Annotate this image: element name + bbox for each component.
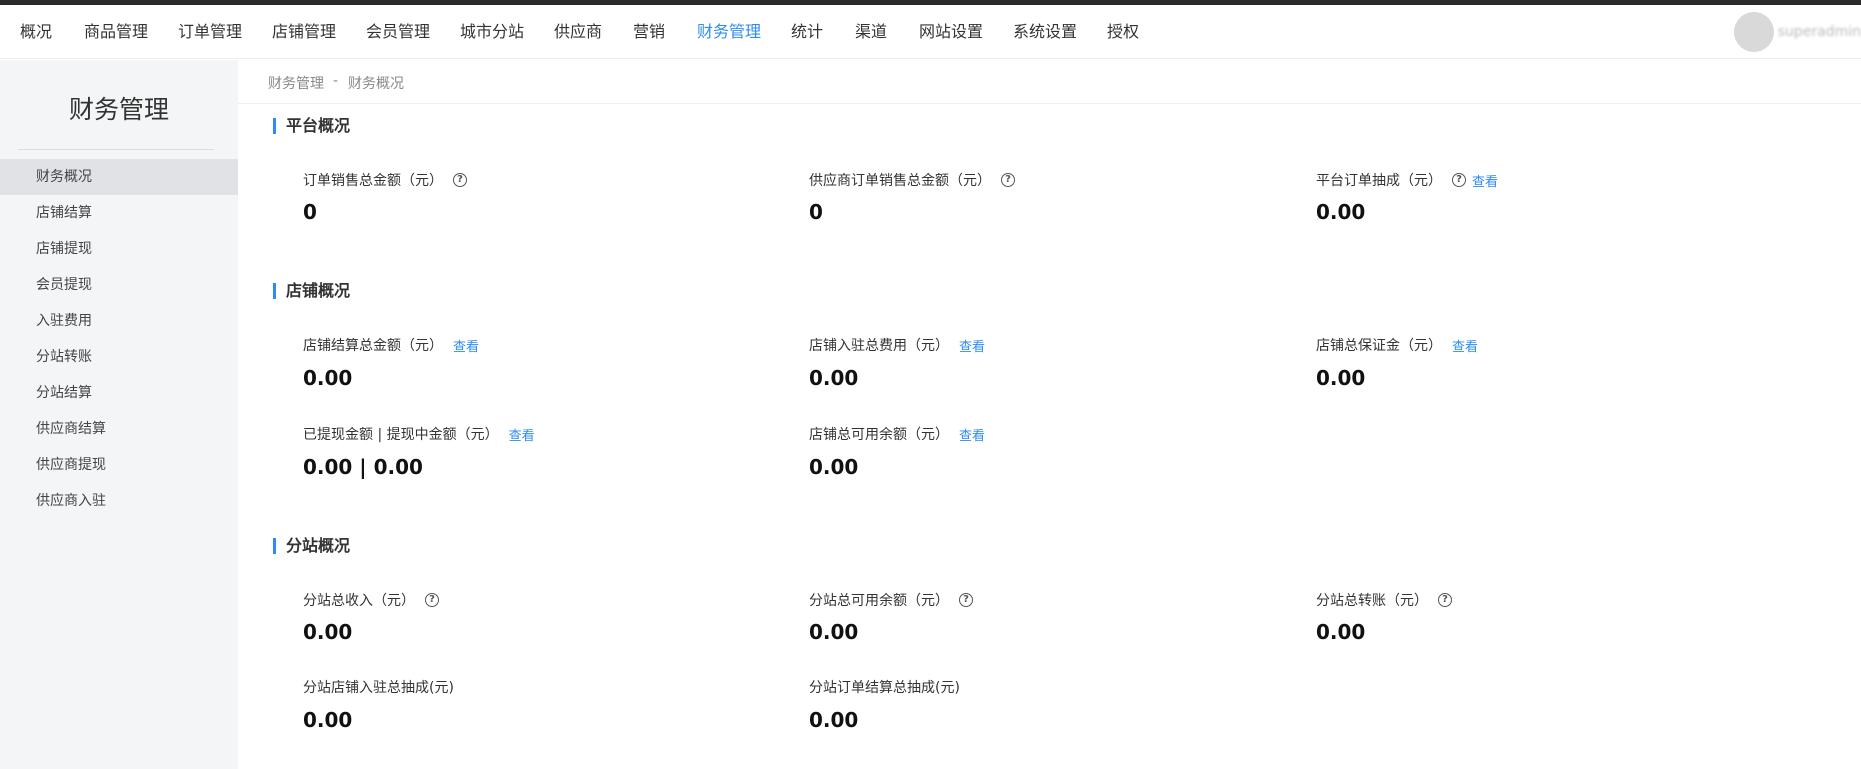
stat-label-text: 店铺入驻总费用（元） — [809, 338, 949, 354]
view-link[interactable]: 查看 — [509, 425, 535, 444]
stat-label-text: 分站店铺入驻总抽成(元) — [303, 680, 454, 696]
stat-label-text: 分站总可用余额（元） — [809, 593, 949, 609]
view-link[interactable]: 查看 — [959, 425, 985, 444]
section-title-store: 店铺概况 — [273, 283, 350, 299]
stat-label-store-available: 店铺总可用余额（元） 查看 — [809, 424, 985, 444]
nav-members[interactable]: 会员管理 — [366, 5, 430, 59]
nav-city-branch[interactable]: 城市分站 — [460, 5, 524, 59]
username: superadmin — [1777, 24, 1861, 40]
stat-value-branch-order-settle: 0.00 — [809, 708, 859, 732]
stat-value-branch-available: 0.00 — [809, 620, 859, 644]
nav-overview[interactable]: 概况 — [20, 5, 52, 59]
help-icon[interactable]: ? — [1438, 593, 1452, 607]
avatar[interactable] — [1733, 12, 1774, 52]
sidebar: 财务管理 财务概况 店铺结算 店铺提现 会员提现 入驻费用 分站转账 分站结算 … — [0, 60, 238, 769]
view-link[interactable]: 查看 — [1452, 336, 1478, 355]
stat-value-supplier-sales: 0 — [809, 200, 823, 224]
view-link[interactable]: 查看 — [959, 336, 985, 355]
stat-value-branch-income: 0.00 — [303, 620, 353, 644]
stat-label-store-deposit: 店铺总保证金（元） 查看 — [1316, 335, 1478, 355]
sidebar-item-branch-transfer[interactable]: 分站转账 — [0, 339, 238, 375]
stat-value-store-settlement: 0.00 — [303, 366, 353, 390]
nav-authorization[interactable]: 授权 — [1107, 5, 1139, 59]
help-icon[interactable]: ? — [425, 593, 439, 607]
nav-statistics[interactable]: 统计 — [791, 5, 823, 59]
stat-label-text: 分站总转账（元） — [1316, 593, 1428, 609]
stat-value-branch-store-entry: 0.00 — [303, 708, 353, 732]
nav-channels[interactable]: 渠道 — [855, 5, 887, 59]
stat-label-text: 分站总收入（元） — [303, 593, 415, 609]
breadcrumb-current: 财务概况 — [348, 76, 404, 92]
nav-finance[interactable]: 财务管理 — [697, 5, 761, 59]
nav-system-settings[interactable]: 系统设置 — [1013, 5, 1077, 59]
nav-suppliers[interactable]: 供应商 — [554, 5, 602, 59]
stat-value-branch-transfer: 0.00 — [1316, 620, 1366, 644]
stat-label-supplier-sales: 供应商订单销售总金额（元） ? — [809, 170, 1015, 190]
nav-site-settings[interactable]: 网站设置 — [919, 5, 983, 59]
view-link[interactable]: 查看 — [453, 336, 479, 355]
help-icon[interactable]: ? — [453, 173, 467, 187]
stat-label-text: 分站订单结算总抽成(元) — [809, 680, 960, 696]
sidebar-item-supplier-settlement[interactable]: 供应商结算 — [0, 411, 238, 447]
stat-label-store-entry-fee: 店铺入驻总费用（元） 查看 — [809, 335, 985, 355]
breadcrumb-parent[interactable]: 财务管理 — [268, 73, 324, 93]
sidebar-item-entry-fee[interactable]: 入驻费用 — [0, 303, 238, 339]
stat-value-store-entry-fee: 0.00 — [809, 366, 859, 390]
view-link[interactable]: 查看 — [1472, 171, 1498, 190]
breadcrumb: 财务管理 - 财务概况 — [238, 60, 1861, 104]
stat-label-branch-transfer: 分站总转账（元） ? — [1316, 590, 1452, 610]
sidebar-divider — [18, 149, 214, 150]
stat-value-store-available: 0.00 — [809, 455, 859, 479]
nav-marketing[interactable]: 营销 — [633, 5, 665, 59]
nav-stores[interactable]: 店铺管理 — [272, 5, 336, 59]
stat-label-text: 已提现金额 | 提现中金额（元） — [303, 427, 499, 443]
sidebar-item-branch-settlement[interactable]: 分站结算 — [0, 375, 238, 411]
stat-label-text: 店铺结算总金额（元） — [303, 338, 443, 354]
stat-value-withdrawn: 0.00 | 0.00 — [303, 455, 423, 479]
stat-label-text: 店铺总可用余额（元） — [809, 427, 949, 443]
nav-products[interactable]: 商品管理 — [84, 5, 148, 59]
sidebar-item-supplier-entry[interactable]: 供应商入驻 — [0, 483, 238, 519]
help-icon[interactable]: ? — [1001, 173, 1015, 187]
stat-label-text: 订单销售总金额（元） — [303, 173, 443, 189]
stat-label-branch-order-settle: 分站订单结算总抽成(元) — [809, 677, 960, 697]
stat-label-text: 供应商订单销售总金额（元） — [809, 173, 991, 189]
sidebar-item-store-withdrawal[interactable]: 店铺提现 — [0, 231, 238, 267]
sidebar-item-member-withdrawal[interactable]: 会员提现 — [0, 267, 238, 303]
stat-label-branch-income: 分站总收入（元） ? — [303, 590, 439, 610]
stat-value-store-deposit: 0.00 — [1316, 366, 1366, 390]
sidebar-title: 财务管理 — [68, 95, 169, 124]
stat-label-branch-available: 分站总可用余额（元） ? — [809, 590, 973, 610]
nav-orders[interactable]: 订单管理 — [178, 5, 242, 59]
stat-label-store-settlement: 店铺结算总金额（元） 查看 — [303, 335, 479, 355]
stat-label-withdrawn: 已提现金额 | 提现中金额（元） 查看 — [303, 424, 535, 444]
section-title-platform: 平台概况 — [273, 118, 350, 134]
user-menu[interactable]: superadmin — [1733, 5, 1861, 59]
help-icon[interactable]: ? — [1452, 173, 1466, 187]
stat-value-order-sales: 0 — [303, 200, 317, 224]
stat-label-text: 平台订单抽成（元） — [1316, 173, 1442, 189]
stat-label-order-sales: 订单销售总金额（元） ? — [303, 170, 467, 190]
stat-value-platform-commission: 0.00 — [1316, 200, 1366, 224]
sidebar-item-finance-overview[interactable]: 财务概况 — [0, 159, 238, 195]
sidebar-item-supplier-withdrawal[interactable]: 供应商提现 — [0, 447, 238, 483]
stat-label-platform-commission: 平台订单抽成（元） ? 查看 — [1316, 170, 1498, 190]
stat-label-text: 店铺总保证金（元） — [1316, 338, 1442, 354]
breadcrumb-separator: - — [333, 73, 339, 89]
stat-label-branch-store-entry: 分站店铺入驻总抽成(元) — [303, 677, 454, 697]
section-title-branch: 分站概况 — [273, 538, 350, 554]
sidebar-item-store-settlement[interactable]: 店铺结算 — [0, 195, 238, 231]
top-nav: 概况 商品管理 订单管理 店铺管理 会员管理 城市分站 供应商 营销 财务管理 … — [0, 5, 1861, 59]
help-icon[interactable]: ? — [959, 593, 973, 607]
